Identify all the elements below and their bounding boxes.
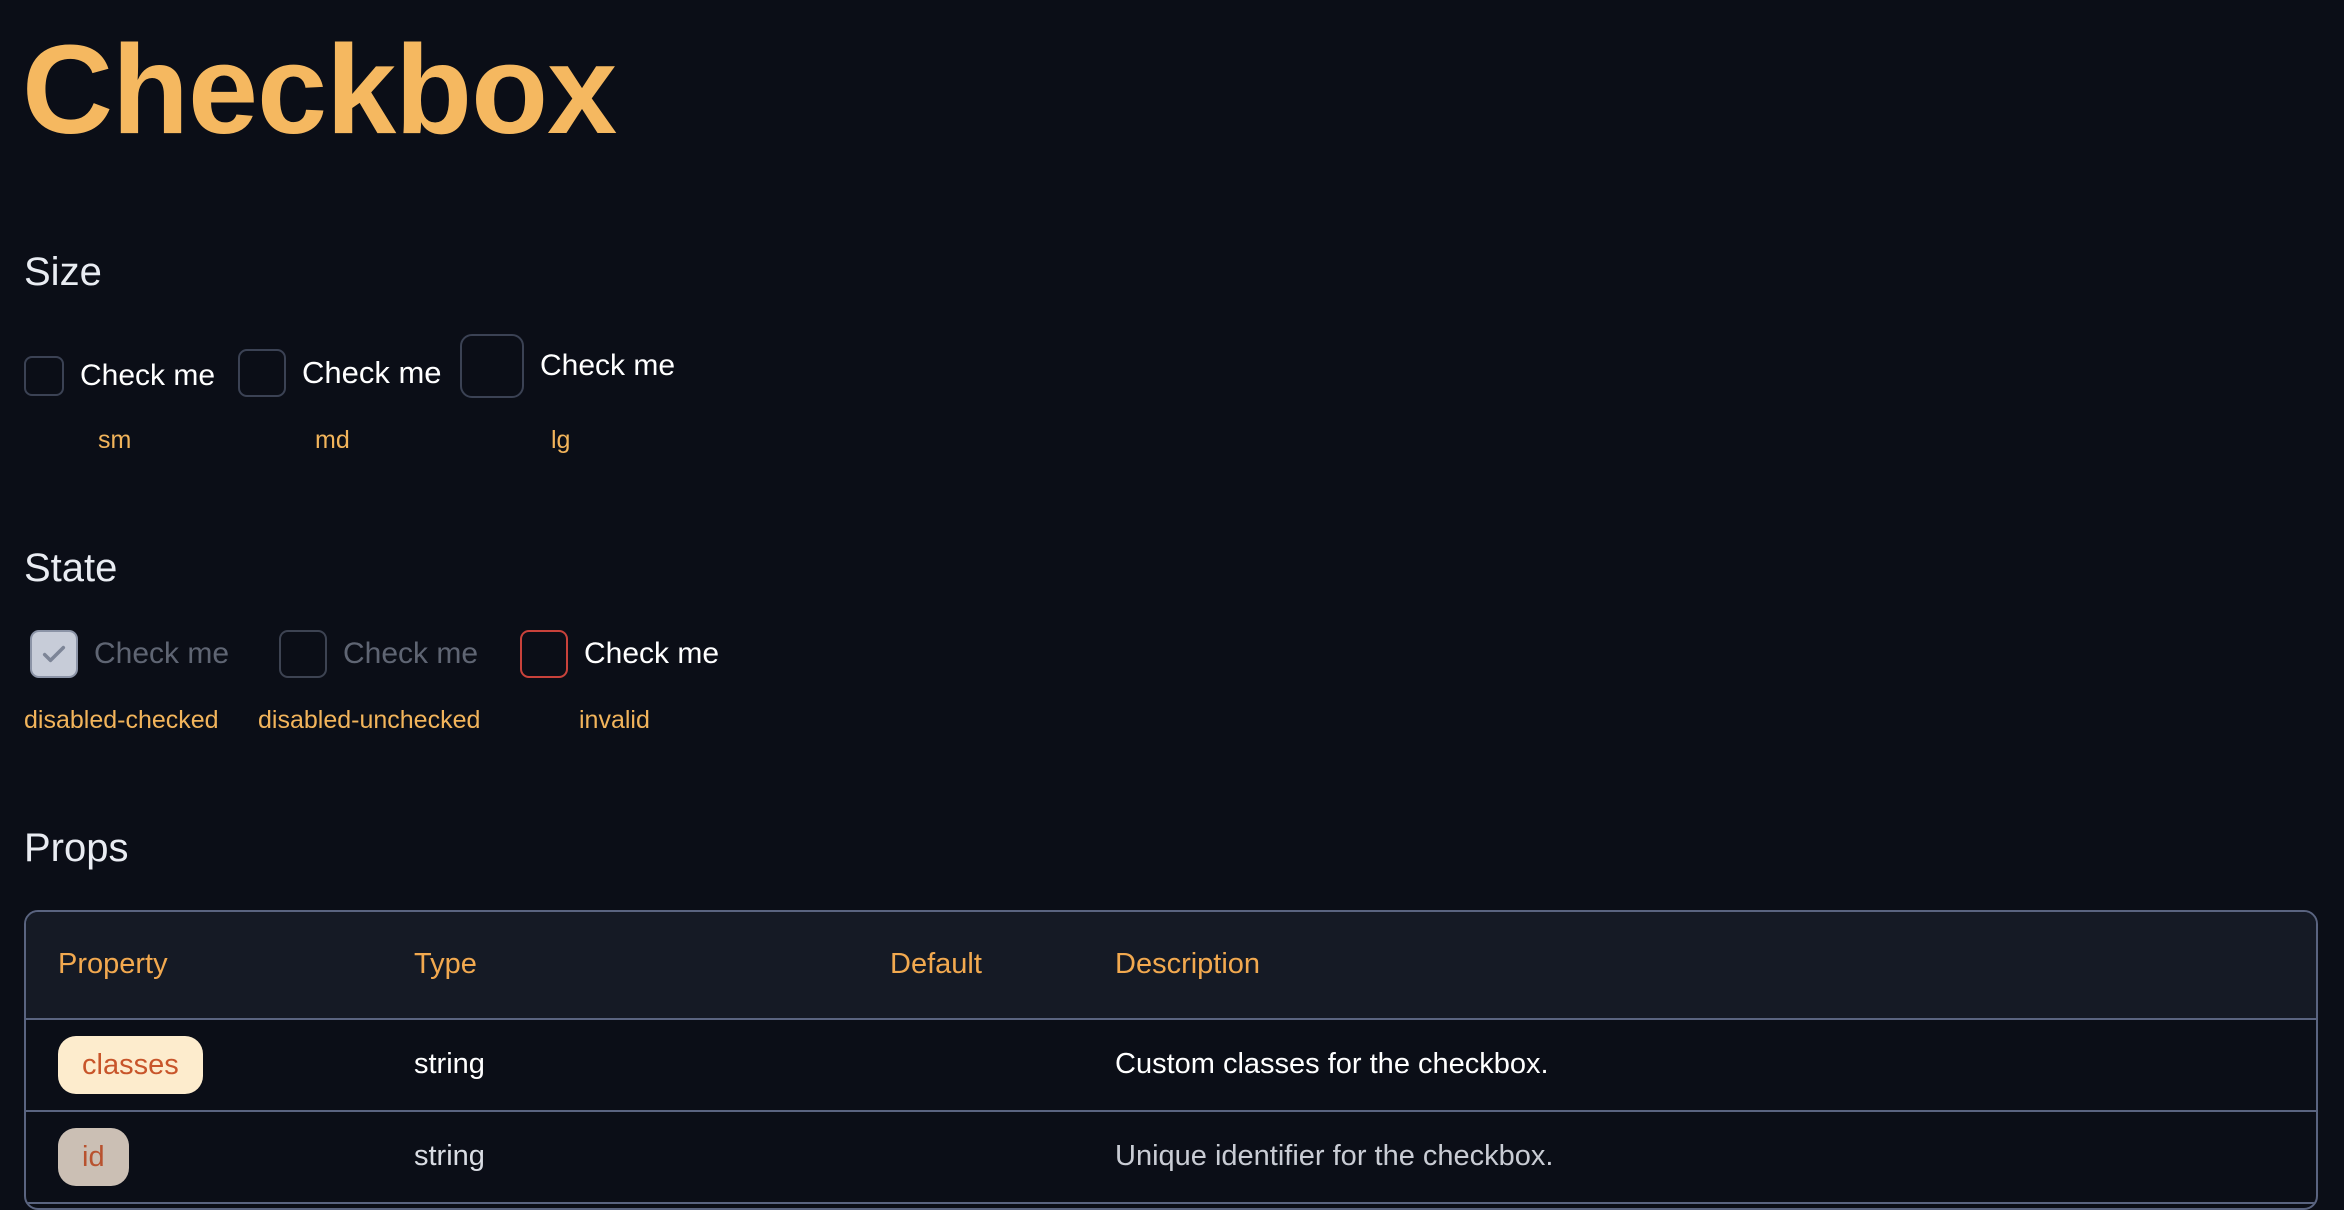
checkbox-lg-label[interactable]: Check me <box>540 349 675 383</box>
caption-disabled-checked: disabled-checked <box>24 706 219 734</box>
check-icon <box>42 645 66 663</box>
property-pill: id <box>58 1128 129 1186</box>
type-cell: string <box>414 1048 485 1080</box>
caption-lg: lg <box>551 426 571 454</box>
type-cell: string <box>414 1140 485 1172</box>
props-section-title: Props <box>24 826 129 870</box>
header-type: Type <box>414 948 477 980</box>
table-row: id string Unique identifier for the chec… <box>26 1112 2316 1204</box>
checkbox-disabled-unchecked-label[interactable]: Check me <box>343 637 478 671</box>
checkbox-invalid-box[interactable] <box>520 630 568 678</box>
table-row: classes string Custom classes for the ch… <box>26 1020 2316 1112</box>
state-section-title: State <box>24 546 118 590</box>
props-table-header: Property Type Default Description <box>26 912 2316 1020</box>
caption-invalid: invalid <box>579 706 650 734</box>
checkbox-invalid-label[interactable]: Check me <box>584 637 719 671</box>
caption-md: md <box>315 426 350 454</box>
checkbox-disabled-checked-label[interactable]: Check me <box>94 637 229 671</box>
checkbox-md-label[interactable]: Check me <box>302 355 442 391</box>
property-pill: classes <box>58 1036 203 1094</box>
checkbox-disabled-checked[interactable]: Check me <box>30 630 229 678</box>
checkbox-lg-box[interactable] <box>460 334 524 398</box>
description-cell: Unique identifier for the checkbox. <box>1115 1140 1554 1172</box>
checkbox-disabled-unchecked-box[interactable] <box>279 630 327 678</box>
checkbox-sm-box[interactable] <box>24 356 64 396</box>
header-description: Description <box>1115 948 1261 980</box>
props-table: Property Type Default Description classe… <box>24 910 2318 1210</box>
checkbox-lg[interactable]: Check me <box>460 334 675 398</box>
checkbox-disabled-unchecked[interactable]: Check me <box>279 630 478 678</box>
size-section-title: Size <box>24 250 102 294</box>
checkbox-disabled-checked-box[interactable] <box>30 630 78 678</box>
page-title: Checkbox <box>22 19 617 160</box>
checkbox-md[interactable]: Check me <box>238 349 442 397</box>
checkbox-sm-label[interactable]: Check me <box>80 359 215 393</box>
description-cell: Custom classes for the checkbox. <box>1115 1048 1549 1080</box>
checkbox-invalid[interactable]: Check me <box>520 630 719 678</box>
header-default: Default <box>890 948 982 980</box>
header-property: Property <box>58 948 168 980</box>
caption-disabled-unchecked: disabled-unchecked <box>258 706 481 734</box>
checkbox-sm[interactable]: Check me <box>24 356 215 396</box>
checkbox-md-box[interactable] <box>238 349 286 397</box>
caption-sm: sm <box>98 426 132 454</box>
